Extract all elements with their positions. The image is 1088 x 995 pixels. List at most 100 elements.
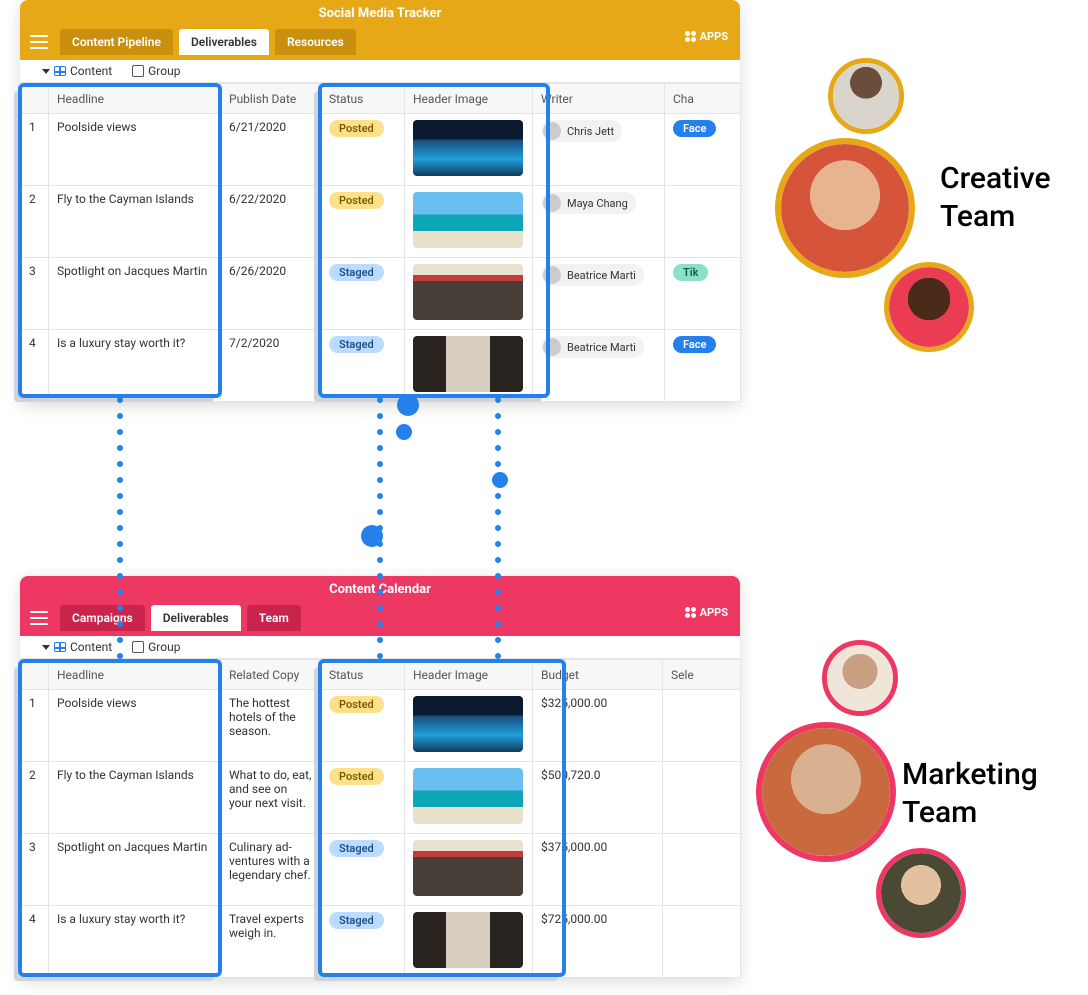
channel-badge: Tik <box>673 264 708 281</box>
writer-chip[interactable]: Chris Jett <box>541 120 622 142</box>
cell-writer[interactable]: Beatrice Marti <box>533 258 665 330</box>
cell-status[interactable]: Posted <box>321 186 405 258</box>
cell-status[interactable]: Posted <box>321 690 405 762</box>
cell-status[interactable]: Posted <box>321 114 405 186</box>
col-publish-date[interactable]: Publish Date <box>221 84 321 114</box>
cell-rownum: 1 <box>21 114 49 186</box>
view-content-label: Content <box>70 64 112 78</box>
tab-team[interactable]: Team <box>247 605 301 631</box>
cell-select[interactable] <box>663 762 741 834</box>
cell-writer[interactable]: Chris Jett <box>533 114 665 186</box>
cell-headline[interactable]: Is a luxury stay worth it? <box>49 906 221 978</box>
view-group[interactable]: Group <box>132 640 180 654</box>
cell-channel[interactable]: Face <box>665 330 741 402</box>
writer-chip[interactable]: Beatrice Marti <box>541 336 644 358</box>
cell-status[interactable]: Posted <box>321 762 405 834</box>
cell-rownum: 4 <box>21 906 49 978</box>
cell-headline[interactable]: Poolside views <box>49 114 221 186</box>
col-status[interactable]: Status <box>321 84 405 114</box>
apps-button[interactable]: APPS <box>685 30 728 43</box>
table-row[interactable]: 3Spotlight on Jacques Martin6/26/2020Sta… <box>21 258 741 330</box>
writer-chip[interactable]: Beatrice Marti <box>541 264 644 286</box>
cell-header-image[interactable] <box>405 834 533 906</box>
view-content[interactable]: Content <box>42 640 112 654</box>
cell-budget[interactable]: $375,000.00 <box>533 834 663 906</box>
col-headline[interactable]: Headline <box>49 84 221 114</box>
image-thumbnail <box>413 696 523 752</box>
cell-related-copy[interactable]: What to do, eat, and see on your next vi… <box>221 762 321 834</box>
cell-headline[interactable]: Poolside views <box>49 690 221 762</box>
cell-headline[interactable]: Fly to the Cayman Islands <box>49 762 221 834</box>
tab-deliverables[interactable]: Deliverables <box>151 605 241 631</box>
col-num[interactable] <box>21 84 49 114</box>
col-status[interactable]: Status <box>321 660 405 690</box>
menu-icon[interactable] <box>30 35 48 49</box>
tab-deliverables[interactable]: Deliverables <box>179 29 269 55</box>
col-header-image[interactable]: Header Image <box>405 660 533 690</box>
chevron-down-icon <box>42 645 50 650</box>
cell-select[interactable] <box>663 906 741 978</box>
cell-related-copy[interactable]: The hottest hotels of the season. <box>221 690 321 762</box>
avatar-icon <box>543 194 561 212</box>
view-row: Content Group <box>20 636 740 659</box>
table-row[interactable]: 2Fly to the Cayman IslandsWhat to do, ea… <box>21 762 741 834</box>
table-row[interactable]: 3Spotlight on Jacques MartinCulinary ad-… <box>21 834 741 906</box>
cell-publish-date[interactable]: 6/21/2020 <box>221 114 321 186</box>
cell-header-image[interactable] <box>405 258 533 330</box>
cell-related-copy[interactable]: Travel experts weigh in. <box>221 906 321 978</box>
cell-related-copy[interactable]: Culinary ad-ventures with a legendary ch… <box>221 834 321 906</box>
col-writer[interactable]: Writer <box>533 84 665 114</box>
cell-writer[interactable]: Beatrice Marti <box>533 330 665 402</box>
team-label-creative: Creative Team <box>940 160 1088 235</box>
cell-header-image[interactable] <box>405 762 533 834</box>
table-row[interactable]: 2Fly to the Cayman Islands6/22/2020Poste… <box>21 186 741 258</box>
cell-channel[interactable]: Face <box>665 114 741 186</box>
col-num[interactable] <box>21 660 49 690</box>
col-select[interactable]: Sele <box>663 660 741 690</box>
cell-budget[interactable]: $725,000.00 <box>533 906 663 978</box>
cell-budget[interactable]: $325,000.00 <box>533 690 663 762</box>
col-related-copy[interactable]: Related Copy <box>221 660 321 690</box>
cell-budget[interactable]: $500,720.0 <box>533 762 663 834</box>
table-row[interactable]: 1Poolside views6/21/2020Posted Chris Jett… <box>21 114 741 186</box>
apps-button[interactable]: APPS <box>685 606 728 619</box>
view-group[interactable]: Group <box>132 64 180 78</box>
cell-select[interactable] <box>663 690 741 762</box>
col-channel[interactable]: Cha <box>665 84 741 114</box>
col-budget[interactable]: Budget <box>533 660 663 690</box>
writer-chip[interactable]: Maya Chang <box>541 192 636 214</box>
cell-header-image[interactable] <box>405 114 533 186</box>
cell-headline[interactable]: Is a luxury stay worth it? <box>49 330 221 402</box>
cell-publish-date[interactable]: 6/22/2020 <box>221 186 321 258</box>
cell-publish-date[interactable]: 6/26/2020 <box>221 258 321 330</box>
cell-headline[interactable]: Spotlight on Jacques Martin <box>49 258 221 330</box>
cell-select[interactable] <box>663 834 741 906</box>
group-icon <box>132 641 144 653</box>
cell-headline[interactable]: Fly to the Cayman Islands <box>49 186 221 258</box>
status-badge: Staged <box>329 336 384 353</box>
cell-status[interactable]: Staged <box>321 906 405 978</box>
menu-icon[interactable] <box>30 611 48 625</box>
cell-header-image[interactable] <box>405 186 533 258</box>
table-row[interactable]: 4Is a luxury stay worth it?Travel expert… <box>21 906 741 978</box>
cell-status[interactable]: Staged <box>321 330 405 402</box>
cell-header-image[interactable] <box>405 906 533 978</box>
table-row[interactable]: 4Is a luxury stay worth it?7/2/2020Stage… <box>21 330 741 402</box>
cell-status[interactable]: Staged <box>321 258 405 330</box>
tab-resources[interactable]: Resources <box>275 29 356 55</box>
cell-channel[interactable] <box>665 186 741 258</box>
table-row[interactable]: 1Poolside viewsThe hottest hotels of the… <box>21 690 741 762</box>
tab-content-pipeline[interactable]: Content Pipeline <box>60 29 173 55</box>
cell-writer[interactable]: Maya Chang <box>533 186 665 258</box>
tab-campaigns[interactable]: Campaigns <box>60 605 145 631</box>
view-content[interactable]: Content <box>42 64 112 78</box>
cell-publish-date[interactable]: 7/2/2020 <box>221 330 321 402</box>
cell-channel[interactable]: Tik <box>665 258 741 330</box>
col-header-image[interactable]: Header Image <box>405 84 533 114</box>
cell-status[interactable]: Staged <box>321 834 405 906</box>
status-badge: Posted <box>329 696 384 713</box>
cell-headline[interactable]: Spotlight on Jacques Martin <box>49 834 221 906</box>
cell-header-image[interactable] <box>405 690 533 762</box>
cell-header-image[interactable] <box>405 330 533 402</box>
col-headline[interactable]: Headline <box>49 660 221 690</box>
